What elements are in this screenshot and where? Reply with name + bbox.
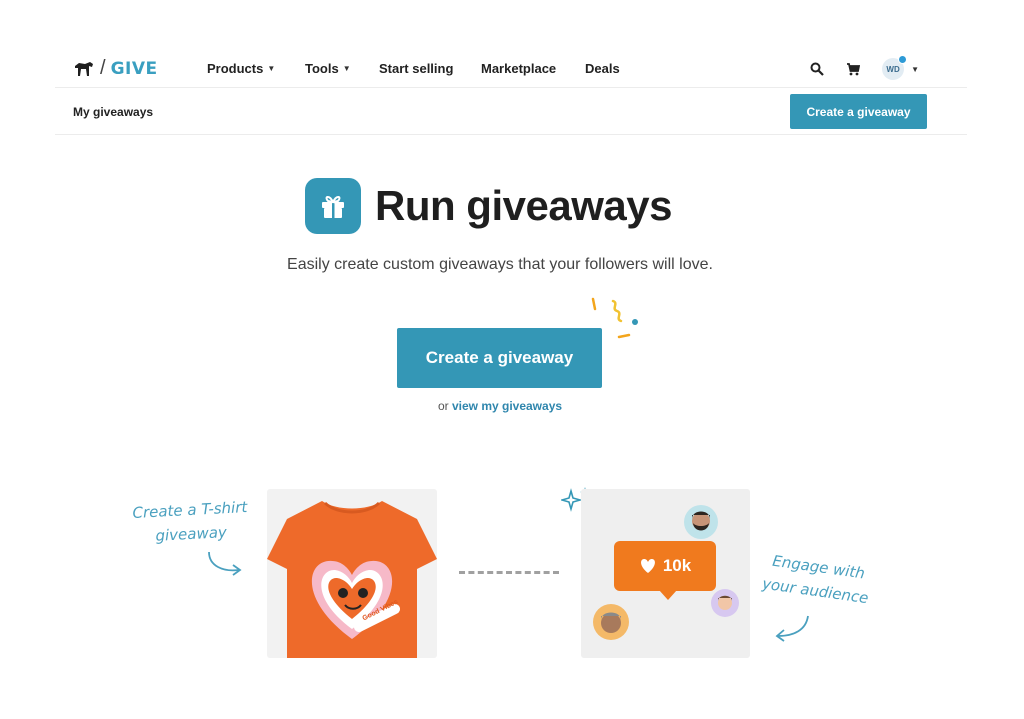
gift-icon [305,178,361,234]
view-my-giveaways-link[interactable]: view my giveaways [452,399,562,413]
notification-dot [898,55,908,64]
nav-start-selling[interactable]: Start selling [379,61,481,76]
page-title: Run giveaways [375,182,672,229]
main-nav: Products ▼ Tools ▼ Start selling Marketp… [207,61,620,76]
nav-deals[interactable]: Deals [585,61,620,76]
create-giveaway-button[interactable]: Create a giveaway [397,328,602,388]
cart-icon[interactable] [846,62,861,76]
giveaways-subbar: My giveaways Create a giveaway [55,89,967,135]
top-navigation: / GIVE Products ▼ Tools ▼ Start selling … [55,50,967,88]
engagement-image: 10k [581,489,750,658]
nav-marketplace[interactable]: Marketplace [481,61,585,76]
tshirt-caption: Create a T-shirt giveaway [127,495,254,549]
nav-deals-label: Deals [585,61,620,76]
view-prefix: or [437,399,449,413]
brand-logo[interactable]: / GIVE [73,57,158,80]
nav-start-selling-label: Start selling [379,61,454,76]
chevron-down-icon: ▼ [267,64,276,73]
nav-actions: WD ▼ [810,55,919,80]
audience-avatar-1 [684,505,718,539]
my-giveaways-link[interactable]: My giveaways [73,105,153,119]
engage-caption: Engage with your audience [759,548,875,611]
curved-arrow-icon [208,551,242,576]
nav-tools-label: Tools [305,61,339,76]
horse-logo-icon [75,61,93,76]
tshirt-caption-text: Create a T-shirt giveaway [132,498,248,545]
tshirt-image: Good Vibes [267,489,437,658]
user-menu[interactable]: WD ▼ [882,55,919,80]
likes-count: 10k [662,556,692,575]
connector-dashes [459,571,559,574]
curved-arrow-icon [775,615,809,642]
nav-products[interactable]: Products ▼ [207,61,305,76]
likes-badge-tail [659,590,677,600]
likes-badge: 10k [614,541,716,591]
view-giveaways-line: or view my giveaways [0,399,1000,413]
engage-caption-text: Engage with your audience [761,551,870,608]
nav-marketplace-label: Marketplace [481,61,557,76]
audience-avatar-2 [711,589,739,617]
logo-text: GIVE [110,58,158,79]
nav-tools[interactable]: Tools ▼ [305,61,379,76]
hero-heading: Run giveaways [305,178,672,234]
hero-subtitle: Easily create custom giveaways that your… [287,256,713,273]
chevron-down-icon: ▼ [911,64,919,74]
create-giveaway-header-button[interactable]: Create a giveaway [790,94,927,129]
logo-slash: / [100,57,106,79]
chevron-down-icon: ▼ [342,64,351,73]
audience-avatar-3 [593,604,629,640]
nav-products-label: Products [207,61,264,76]
search-icon[interactable] [810,62,824,76]
heart-icon [640,559,655,573]
